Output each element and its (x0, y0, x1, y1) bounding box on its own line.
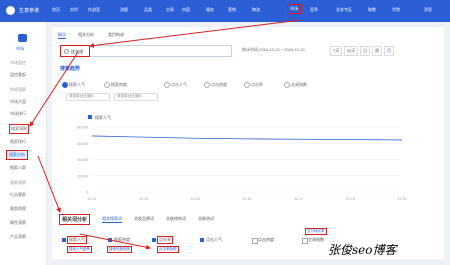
watermark-text: 张俊seo博客 (328, 243, 397, 257)
annotation-arrows (29, 19, 301, 250)
